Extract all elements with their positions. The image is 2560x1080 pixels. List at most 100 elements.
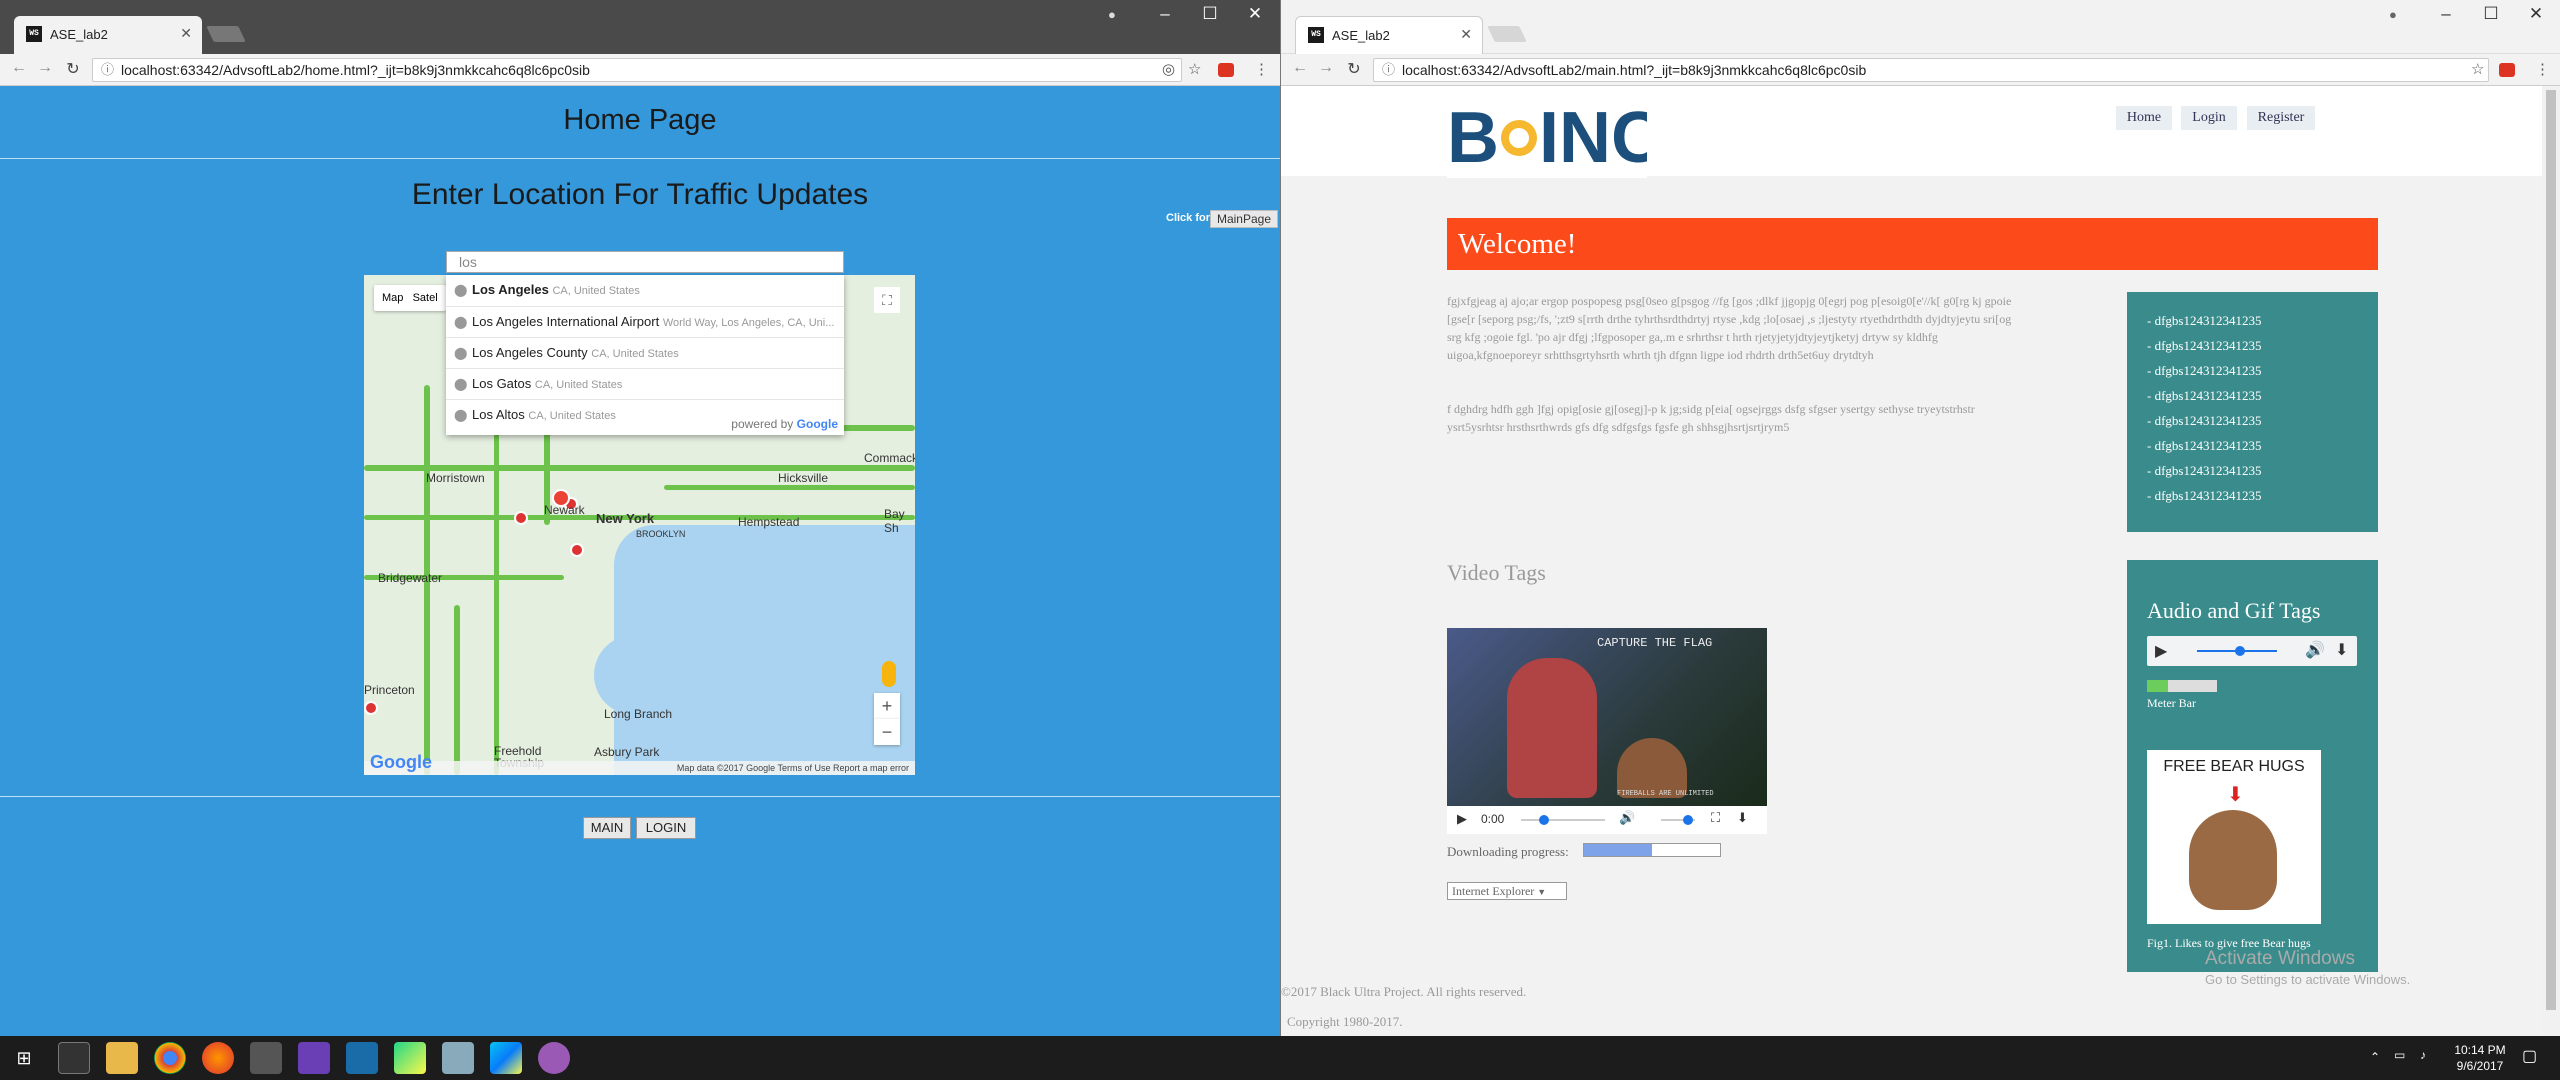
nav-login[interactable]: Login xyxy=(2181,106,2237,130)
fullscreen-icon[interactable]: ⛶ xyxy=(874,287,900,313)
suggestion-sub: World Way, Los Angeles, CA, Uni... xyxy=(662,317,835,329)
nav-home[interactable]: Home xyxy=(2116,106,2172,130)
pycharm-icon[interactable] xyxy=(394,1042,426,1074)
click-for-label: Click for xyxy=(1166,212,1211,224)
network-icon[interactable]: ▭ xyxy=(2394,1048,2405,1062)
settings-icon[interactable] xyxy=(346,1042,378,1074)
location-icon[interactable]: ◎ xyxy=(1162,60,1175,78)
notification-icon[interactable]: ▢ xyxy=(2522,1046,2537,1066)
incident-marker[interactable] xyxy=(570,543,584,557)
file-explorer-icon[interactable] xyxy=(106,1042,138,1074)
extension-icon[interactable] xyxy=(2499,63,2515,77)
autocomplete-item[interactable]: ⬤ Los Angeles County CA, United States xyxy=(446,337,844,368)
nav-register[interactable]: Register xyxy=(2247,106,2315,130)
volume-icon[interactable]: 🔊 xyxy=(2305,640,2325,660)
city-label: Princeton xyxy=(364,683,415,697)
section-heading: Enter Location For Traffic Updates xyxy=(411,178,869,211)
forward-icon[interactable]: → xyxy=(1315,59,1337,77)
play-icon[interactable]: ▶ xyxy=(1457,811,1467,827)
tab-ase-lab2[interactable]: WS ASE_lab2 ✕ xyxy=(1295,16,1483,54)
boinc-logo[interactable]: B INC xyxy=(1447,94,1647,178)
back-icon[interactable]: ← xyxy=(8,59,30,77)
list-item: - dfgbs124312341235 xyxy=(2147,338,2262,353)
fullscreen-icon[interactable]: ⛶ xyxy=(1711,810,1720,826)
url-text: localhost:63342/AdvsoftLab2/home.html?_i… xyxy=(121,62,590,78)
tray-chevron-icon[interactable]: ⌃ xyxy=(2370,1050,2380,1064)
bookmark-star-icon[interactable]: ☆ xyxy=(1188,60,1201,78)
select-value: Internet Explorer xyxy=(1452,884,1535,898)
profile-icon[interactable]: ● xyxy=(1108,7,1116,22)
minimize-button[interactable]: – xyxy=(1140,0,1190,28)
bookmark-star-icon[interactable]: ☆ xyxy=(2471,60,2484,78)
suggestion-main: Los Angeles xyxy=(472,282,549,297)
address-bar[interactable]: ⓘ localhost:63342/AdvsoftLab2/home.html?… xyxy=(92,58,1182,82)
close-tab-icon[interactable]: ✕ xyxy=(180,25,192,42)
video-player[interactable]: CAPTURE THE FLAG FIREBALLS ARE UNLIMITED xyxy=(1447,628,1767,806)
notes-icon[interactable] xyxy=(442,1042,474,1074)
minimize-button[interactable]: – xyxy=(2421,0,2471,28)
autocomplete-item[interactable]: ⬤ Los Angeles CA, United States xyxy=(446,275,844,306)
forward-icon[interactable]: → xyxy=(34,59,56,77)
browser-select[interactable]: Internet Explorer ▼ xyxy=(1447,882,1567,900)
new-tab-button[interactable] xyxy=(206,26,246,42)
divider xyxy=(0,796,1280,797)
audio-player[interactable]: ▶ 🔊 ⬇ xyxy=(2147,636,2357,666)
street-view-pegman-icon[interactable] xyxy=(882,661,896,687)
autocomplete-item[interactable]: ⬤ Los Angeles International Airport World… xyxy=(446,306,844,337)
firefox-icon[interactable] xyxy=(202,1042,234,1074)
map-type-map[interactable]: Map xyxy=(382,292,403,304)
tools-icon[interactable] xyxy=(250,1042,282,1074)
zoom-in-button[interactable]: + xyxy=(874,693,900,719)
copyright-years: Copyright 1980-2017. xyxy=(1287,1014,1403,1029)
incident-marker[interactable] xyxy=(514,511,528,525)
reload-icon[interactable]: ↻ xyxy=(62,59,84,79)
volume-thumb[interactable] xyxy=(1683,815,1693,825)
divider xyxy=(0,158,1280,159)
extension-icon[interactable] xyxy=(1218,63,1234,77)
scrollbar[interactable] xyxy=(2542,86,2560,1036)
mainpage-button[interactable]: MainPage xyxy=(1210,210,1278,228)
webstorm-icon[interactable] xyxy=(490,1042,522,1074)
video-time: 0:00 xyxy=(1481,812,1505,826)
address-bar[interactable]: ⓘ localhost:63342/AdvsoftLab2/main.html?… xyxy=(1373,58,2489,82)
map-type-satellite[interactable]: Satel xyxy=(413,292,438,304)
close-window-button[interactable]: ✕ xyxy=(1230,0,1280,28)
chrome-icon[interactable] xyxy=(154,1042,186,1074)
new-tab-button[interactable] xyxy=(1487,26,1527,42)
seek-thumb[interactable] xyxy=(1539,815,1549,825)
tab-ase-lab2[interactable]: WS ASE_lab2 ✕ xyxy=(14,16,202,54)
seek-thumb[interactable] xyxy=(2235,646,2245,656)
map-type-toggle[interactable]: Map Satel xyxy=(374,285,446,311)
terminal-icon[interactable] xyxy=(58,1042,90,1074)
zoom-out-button[interactable]: − xyxy=(874,719,900,745)
close-tab-icon[interactable]: ✕ xyxy=(1460,26,1472,43)
volume-icon[interactable]: ♪ xyxy=(2420,1048,2426,1062)
clock[interactable]: 10:14 PM 9/6/2017 xyxy=(2440,1042,2520,1074)
city-label: Morristown xyxy=(426,471,485,485)
visual-studio-icon[interactable] xyxy=(298,1042,330,1074)
downloading-label: Downloading progress: xyxy=(1447,844,1569,859)
menu-icon[interactable]: ⋮ xyxy=(1254,60,1269,78)
maximize-button[interactable]: ☐ xyxy=(2466,0,2516,28)
video-seek-slider[interactable] xyxy=(1521,819,1605,821)
reload-icon[interactable]: ↻ xyxy=(1343,59,1365,79)
meter-label: Meter Bar xyxy=(2147,696,2196,710)
login-button[interactable]: LOGIN xyxy=(636,817,696,839)
video-frame xyxy=(1447,628,1767,806)
back-icon[interactable]: ← xyxy=(1289,59,1311,77)
volume-icon[interactable]: 🔊 xyxy=(1619,810,1635,826)
app-icon[interactable] xyxy=(538,1042,570,1074)
main-button[interactable]: MAIN xyxy=(583,817,631,839)
incident-marker[interactable] xyxy=(364,701,378,715)
location-search-input[interactable]: los xyxy=(446,251,844,273)
download-icon[interactable]: ⬇ xyxy=(2335,640,2348,660)
play-icon[interactable]: ▶ xyxy=(2155,641,2167,661)
scrollbar-thumb[interactable] xyxy=(2546,90,2556,1010)
close-window-button[interactable]: ✕ xyxy=(2511,0,2560,28)
profile-icon[interactable]: ● xyxy=(2389,7,2397,22)
maximize-button[interactable]: ☐ xyxy=(1185,0,1235,28)
autocomplete-item[interactable]: ⬤ Los Gatos CA, United States xyxy=(446,368,844,399)
start-windows-icon[interactable]: ⊞ xyxy=(8,1042,40,1074)
download-icon[interactable]: ⬇ xyxy=(1737,810,1748,826)
menu-icon[interactable]: ⋮ xyxy=(2535,60,2550,78)
